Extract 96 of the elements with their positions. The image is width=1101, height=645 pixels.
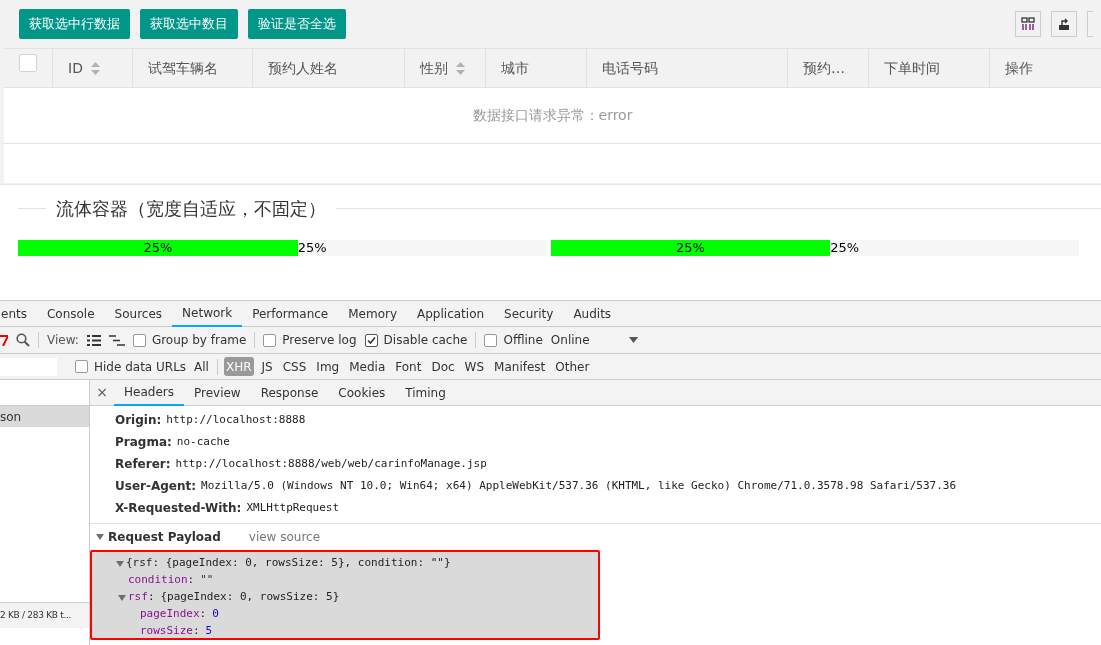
devtools-tab[interactable]: Console: [36, 301, 105, 327]
export-icon: [1057, 17, 1071, 31]
view-label: View:: [47, 332, 79, 349]
payload-key: rsf: [128, 589, 148, 606]
option-label: Hide data URLs: [94, 358, 187, 376]
payload-value: "": [200, 572, 214, 589]
devtools-tab[interactable]: ents: [0, 301, 37, 327]
devtools-tab[interactable]: Sources: [104, 301, 173, 327]
column-header[interactable]: 试驾车辆名: [148, 57, 218, 79]
payload-key: rowsSize: [140, 623, 193, 640]
payload-key: pageIndex: [140, 606, 200, 623]
detail-tab[interactable]: Headers: [114, 379, 184, 406]
status-text: 2 KB / 283 KB t...: [0, 608, 72, 622]
type-filter[interactable]: Other: [553, 357, 592, 376]
header-name: Origin:: [115, 412, 162, 429]
list-view-icon[interactable]: [86, 334, 101, 346]
progress-reading: 25%: [297, 240, 327, 256]
type-filter[interactable]: All: [192, 357, 211, 376]
type-filter[interactable]: JS: [259, 357, 275, 376]
column-header[interactable]: 电话号码: [602, 57, 658, 79]
sort-icon[interactable]: [90, 61, 100, 75]
action-button[interactable]: 获取选中行数据: [19, 9, 130, 39]
column-header[interactable]: 性别: [420, 57, 448, 79]
type-filter[interactable]: Img: [314, 357, 342, 376]
view-source-link[interactable]: view source: [248, 528, 321, 546]
columns-button[interactable]: [1015, 11, 1041, 37]
option-checkbox[interactable]: [364, 333, 378, 347]
option-checkbox[interactable]: [132, 333, 146, 347]
payload-summary: {pageIndex: 0, rowsSize: 5}: [160, 589, 340, 606]
option-label: Disable cache: [383, 332, 468, 349]
detail-tab[interactable]: Timing: [395, 379, 456, 406]
column-header[interactable]: ID: [68, 57, 83, 79]
detail-tab[interactable]: Cookies: [328, 379, 396, 406]
header-value: Mozilla/5.0 (Windows NT 10.0; Win64; x64) AppleWebKit/537.36 (KHTML, like Gecko) Chrome/71.0.3578.98 Safari/537.36: [201, 477, 956, 494]
hide-data-urls-checkbox[interactable]: [75, 360, 88, 373]
search-icon[interactable]: [16, 333, 30, 347]
column-header[interactable]: 预约人姓名: [268, 57, 338, 79]
header-value: http://localhost:8888/web/web/carinfoManage.jsp: [175, 455, 487, 472]
close-button[interactable]: ×: [90, 382, 114, 403]
throttle-select[interactable]: Online: [550, 331, 621, 349]
progress-text: 25%: [143, 239, 173, 258]
expanded-triangle-icon[interactable]: [96, 533, 104, 541]
header-name: Referer:: [115, 456, 171, 473]
header-name: Pragma:: [115, 434, 172, 451]
payload-key: condition: [128, 572, 188, 589]
payload-colon: :: [147, 589, 155, 606]
payload-colon: :: [199, 606, 207, 623]
dropdown-caret-icon[interactable]: [628, 337, 638, 343]
option-checkbox[interactable]: [484, 333, 498, 347]
progress-text: 25%: [675, 239, 705, 258]
waterfall-view-icon[interactable]: [108, 334, 125, 346]
column-header[interactable]: 操作: [1005, 57, 1033, 79]
devtools-tab[interactable]: Memory: [338, 301, 408, 327]
sort-icon[interactable]: [456, 61, 465, 75]
header-name: User-Agent:: [115, 478, 197, 495]
request-row[interactable]: son: [0, 406, 89, 427]
type-filter[interactable]: Media: [347, 357, 388, 376]
action-button[interactable]: 验证是否全选: [248, 9, 346, 39]
option-label: Offline: [503, 332, 543, 349]
type-filter[interactable]: Manifest: [492, 357, 548, 376]
filter-icon[interactable]: [0, 334, 8, 346]
type-filter[interactable]: Font: [393, 357, 424, 376]
export-button[interactable]: [1051, 11, 1077, 37]
devtools-tab[interactable]: Security: [494, 301, 564, 327]
columns-icon: [1021, 17, 1035, 31]
payload-colon: :: [187, 572, 195, 589]
detail-tab[interactable]: Response: [250, 379, 329, 406]
payload-colon: :: [193, 623, 200, 640]
error-message: 数据接口请求异常：error: [472, 106, 633, 125]
type-filter[interactable]: CSS: [280, 357, 309, 376]
expanded-triangle-icon[interactable]: [118, 593, 126, 602]
header-value: http://localhost:8888: [166, 411, 306, 428]
option-checkbox[interactable]: [263, 333, 277, 347]
expanded-triangle-icon[interactable]: [116, 559, 124, 568]
type-filter[interactable]: Doc: [429, 357, 457, 376]
column-header[interactable]: 下单时间: [884, 57, 940, 79]
header-value: XMLHttpRequest: [246, 499, 340, 516]
type-filter[interactable]: WS: [462, 357, 487, 376]
action-button[interactable]: 获取选中数目: [140, 9, 238, 39]
payload-value: 5: [205, 623, 213, 640]
section-heading: Request Payload: [108, 529, 221, 546]
option-label: Group by frame: [151, 332, 247, 349]
devtools-tab[interactable]: Application: [407, 301, 495, 327]
header-value: no-cache: [176, 433, 230, 450]
column-header[interactable]: 城市: [501, 57, 529, 79]
payload-summary: {rsf: {pageIndex: 0, rowsSize: 5}, condition: ""}: [126, 555, 451, 572]
section-title: 流体容器（宽度自适应，不固定）: [55, 196, 327, 221]
progress-reading: 25%: [830, 240, 860, 256]
devtools-tab[interactable]: Audits: [563, 301, 622, 327]
header-name: X-Requested-With:: [115, 500, 242, 517]
column-header[interactable]: 预约…: [803, 57, 845, 79]
devtools-tab[interactable]: Performance: [242, 301, 339, 327]
payload-value: 0: [212, 606, 219, 623]
detail-tab[interactable]: Preview: [183, 379, 251, 406]
option-label: Preserve log: [282, 332, 357, 349]
select-all-checkbox[interactable]: [19, 54, 37, 72]
